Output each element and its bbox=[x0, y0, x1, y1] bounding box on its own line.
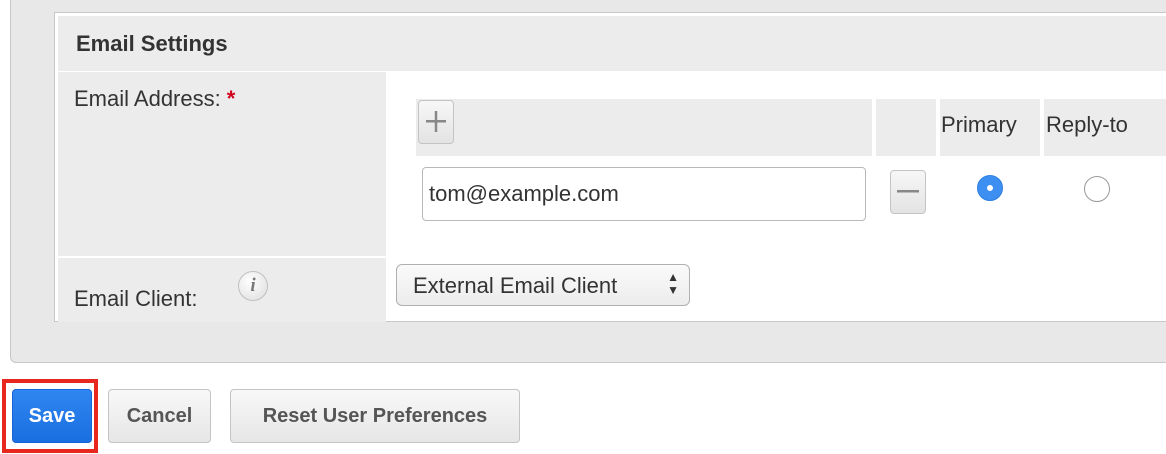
email-client-label: Email Client: bbox=[74, 286, 198, 311]
info-icon[interactable]: i bbox=[238, 271, 268, 301]
reply-to-column-label: Reply-to bbox=[1046, 112, 1128, 137]
save-button[interactable]: Save bbox=[12, 389, 92, 443]
email-address-label-cell: Email Address: * bbox=[58, 72, 386, 256]
email-client-select[interactable]: External Email Client ▲ ▼ bbox=[396, 264, 690, 306]
section-title: Email Settings bbox=[76, 31, 228, 56]
primary-column-label: Primary bbox=[941, 112, 1017, 137]
cancel-button[interactable]: Cancel bbox=[108, 389, 211, 443]
email-address-label: Email Address: * bbox=[74, 86, 235, 112]
reset-user-preferences-button[interactable]: Reset User Preferences bbox=[230, 389, 520, 443]
minus-icon bbox=[897, 190, 919, 193]
required-marker: * bbox=[226, 86, 236, 111]
sort-arrows-icon: ▲ ▼ bbox=[667, 270, 679, 297]
plus-icon bbox=[426, 111, 446, 132]
section-header: Email Settings bbox=[58, 16, 1166, 71]
reply-to-radio[interactable] bbox=[1084, 176, 1110, 202]
reply-to-column-header: Reply-to bbox=[1044, 99, 1166, 156]
add-column-header bbox=[416, 99, 872, 156]
remove-email-button[interactable] bbox=[890, 170, 926, 214]
email-client-label-cell: Email Client: bbox=[58, 258, 386, 322]
add-email-button[interactable] bbox=[418, 100, 454, 144]
primary-radio[interactable] bbox=[977, 175, 1003, 201]
email-address-label-text: Email Address: bbox=[74, 86, 221, 111]
email-client-value: External Email Client bbox=[413, 273, 618, 298]
email-address-input[interactable] bbox=[422, 167, 866, 221]
remove-column-header bbox=[876, 99, 936, 156]
primary-column-header: Primary bbox=[940, 99, 1040, 156]
